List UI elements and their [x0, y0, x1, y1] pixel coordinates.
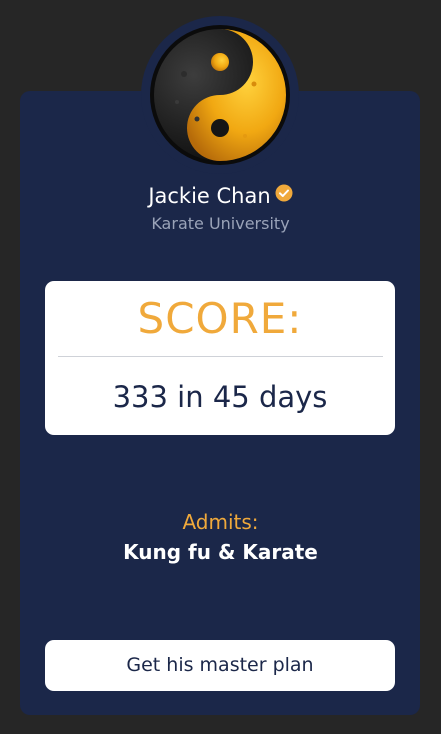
score-box: SCORE: 333 in 45 days [45, 281, 395, 435]
profile-name-row: Jackie Chan [0, 181, 441, 211]
page: Jackie Chan Karate University SCORE: 333… [0, 0, 441, 734]
verified-check-icon [275, 180, 293, 210]
avatar [149, 24, 291, 166]
admits-value: Kung fu & Karate [123, 540, 318, 564]
score-label: SCORE: [137, 294, 303, 343]
profile-name: Jackie Chan [148, 184, 271, 208]
profile-subtitle: Karate University [151, 214, 290, 233]
yin-yang-icon [150, 25, 290, 165]
admits-label: Admits: [182, 510, 259, 534]
score-value: 333 in 45 days [112, 380, 328, 414]
master-plan-button[interactable]: Get his master plan [45, 640, 395, 691]
score-divider [58, 356, 383, 357]
